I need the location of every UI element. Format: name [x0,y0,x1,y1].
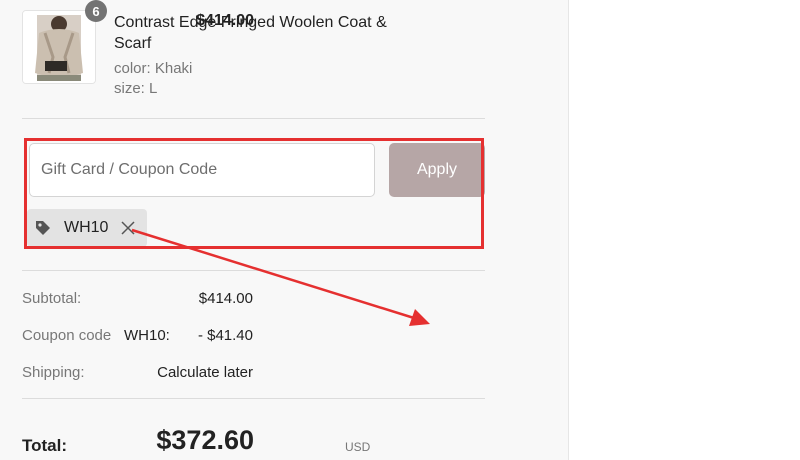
subtotal-value: $414.00 [198,290,253,307]
close-icon[interactable] [121,221,135,235]
divider [22,270,485,271]
coupon-code-input[interactable] [29,143,375,197]
total-value: $372.60 [156,425,254,455]
product-color: color: Khaki [114,60,193,77]
product-name: Contrast Edge Fringed Woolen Coat & Scar… [114,14,387,52]
applied-coupon-code: WH10 [64,219,109,236]
applied-coupon-tag: WH10 [27,209,147,247]
currency-code: USD [345,440,371,454]
divider [22,398,485,399]
coupon-code-summary: WH10: [124,327,170,344]
product-size: size: L [114,80,158,97]
product-price: $414.00 [196,12,254,29]
subtotal-label: Subtotal: [22,290,82,307]
quantity-badge: 6 [85,0,107,22]
divider [22,118,485,119]
shipping-value: Calculate later [157,364,253,381]
product-thumbnail [22,10,96,84]
shipping-label: Shipping: [22,364,85,381]
total-label: Total: [22,436,68,455]
apply-coupon-button[interactable]: Apply [389,143,485,197]
coupon-label: Coupon code [22,327,112,344]
coat-image-icon [23,11,95,83]
order-summary-panel: 6 Contrast Edge Fringed Woolen Coat & Sc… [0,0,569,460]
coupon-discount-value: - $41.40 [197,327,253,344]
tag-icon [35,220,51,236]
